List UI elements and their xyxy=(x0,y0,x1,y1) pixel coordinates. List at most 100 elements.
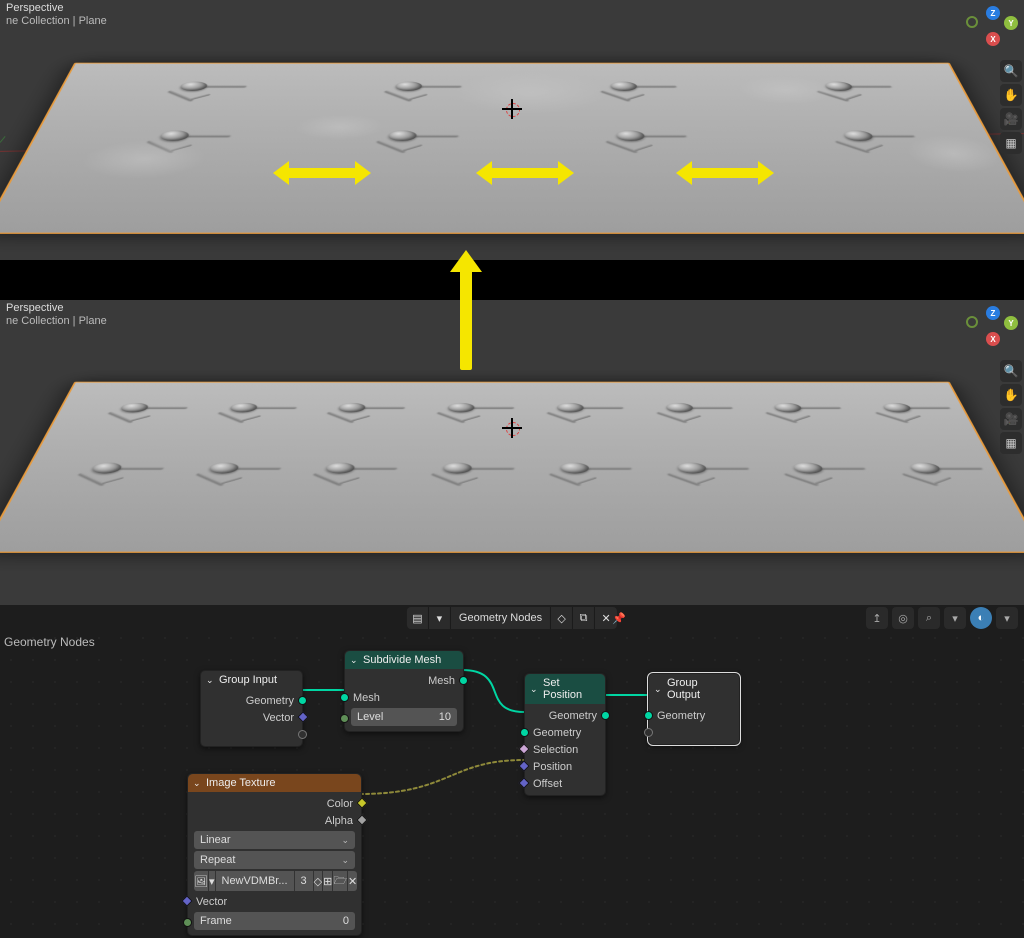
node-tree-selector[interactable]: ▤ ▾ Geometry Nodes ◇ ⧉ ✕ xyxy=(407,607,617,629)
dropdown-interpolation[interactable]: Linear ⌄ xyxy=(194,831,355,849)
arrow-up-icon[interactable]: ↥ xyxy=(866,607,888,629)
hand-icon[interactable]: ✋ xyxy=(1000,84,1022,106)
chevron-down-icon[interactable]: ⌄ xyxy=(206,675,214,686)
datablock-icon[interactable]: ▤ xyxy=(407,607,429,629)
image-datablock-field[interactable]: 🖼 ▾ NewVDMBr... 3 ◇ ⊞ 🗁 ✕ xyxy=(194,871,355,891)
socket-virtual-in[interactable] xyxy=(649,724,739,741)
node-connections xyxy=(0,605,1024,938)
axis-gizmo-neg[interactable] xyxy=(966,16,978,28)
plane-object-top[interactable] xyxy=(0,63,1024,234)
viewport-side-toolbar: 🔍 ✋ 🎥 ▦ xyxy=(1000,360,1022,454)
chevron-down-icon[interactable]: ⌄ xyxy=(193,778,201,789)
stamp xyxy=(876,457,973,490)
socket-virtual-out[interactable] xyxy=(201,726,302,743)
axis-gizmo[interactable]: Z Y X xyxy=(968,6,1018,56)
unlink-icon[interactable]: ✕ xyxy=(348,871,357,891)
axis-gizmo-y[interactable]: Y xyxy=(1004,16,1018,30)
fake-user-icon[interactable]: ◇ xyxy=(314,871,323,891)
node-subdivide-mesh[interactable]: ⌄Subdivide Mesh Mesh Mesh Level 10 xyxy=(344,650,464,732)
socket-alpha-out[interactable]: Alpha xyxy=(188,812,361,829)
stamp xyxy=(761,457,853,490)
camera-icon[interactable]: 🎥 xyxy=(1000,408,1022,430)
socket-mesh-in[interactable]: Mesh xyxy=(345,689,463,706)
cursor-3d xyxy=(502,99,522,119)
chevron-down-icon: ⌄ xyxy=(341,855,349,866)
chevron-down-icon[interactable]: ▾ xyxy=(996,607,1018,629)
camera-icon[interactable]: 🎥 xyxy=(1000,108,1022,130)
zoom-icon[interactable]: 🔍 xyxy=(1000,60,1022,82)
image-icon[interactable]: 🖼 xyxy=(194,871,209,891)
fake-user-toggle[interactable]: ⧉ xyxy=(573,607,595,629)
snap-icon[interactable]: ⌕ xyxy=(918,607,940,629)
stamp xyxy=(144,77,231,105)
socket-geometry-in[interactable]: Geometry xyxy=(525,724,605,741)
stamp xyxy=(121,126,214,158)
viewport-header-line2: ne Collection | Plane xyxy=(6,15,107,28)
stamp xyxy=(291,457,379,490)
axis-gizmo-z[interactable]: Z xyxy=(986,6,1000,20)
stamp xyxy=(585,126,669,158)
grid-icon[interactable]: ▦ xyxy=(1000,432,1022,454)
axis-gizmo-neg[interactable] xyxy=(966,316,978,328)
socket-color-out[interactable]: Color xyxy=(188,795,361,812)
chevron-down-icon[interactable]: ▾ xyxy=(429,607,451,629)
breadcrumb: Geometry Nodes xyxy=(4,635,95,649)
axis-gizmo-y[interactable]: Y xyxy=(1004,316,1018,330)
dropdown-extension[interactable]: Repeat ⌄ xyxy=(194,851,355,869)
node-image-texture[interactable]: ⌄ Image Texture Color Alpha Linear ⌄ Repe… xyxy=(187,773,362,936)
node-editor-right-tools: ↥ ◎ ⌕ ▾ ◐ ▾ xyxy=(866,607,1018,629)
target-icon[interactable]: ◎ xyxy=(892,607,914,629)
socket-selection-in[interactable]: Selection xyxy=(525,741,605,758)
viewport-header: Perspective ne Collection | Plane xyxy=(0,0,113,30)
socket-mesh-out[interactable]: Mesh xyxy=(345,672,463,689)
new-image-icon[interactable]: ⊞ xyxy=(323,871,333,891)
node-title: Set Position xyxy=(543,677,587,701)
field-level[interactable]: Level 10 xyxy=(351,708,457,726)
node-set-position[interactable]: ⌄ Set Position Geometry Geometry Selectio… xyxy=(524,673,606,796)
node-group-input[interactable]: ⌄Group Input Geometry Vector xyxy=(200,670,303,747)
geometry-nodes-editor[interactable]: ▤ ▾ Geometry Nodes ◇ ⧉ ✕ 📌 ↥ ◎ ⌕ ▾ ◐ ▾ G… xyxy=(0,605,1024,938)
socket-geometry-out[interactable]: Geometry xyxy=(201,692,302,709)
field-frame[interactable]: Frame 0 xyxy=(194,912,355,930)
shield-icon[interactable]: ◇ xyxy=(551,607,573,629)
axis-gizmo-x[interactable]: X xyxy=(986,332,1000,346)
grid-icon[interactable]: ▦ xyxy=(1000,132,1022,154)
plane-object-bottom[interactable] xyxy=(0,381,1024,552)
socket-vector-out[interactable]: Vector xyxy=(201,709,302,726)
annotation-arrow-horizontal xyxy=(490,168,560,178)
cursor-3d xyxy=(502,418,522,438)
annotation-arrow-vertical xyxy=(460,270,472,370)
node-tree-name[interactable]: Geometry Nodes xyxy=(451,607,551,629)
socket-geometry-in[interactable]: Geometry xyxy=(649,707,739,724)
chevron-down-icon[interactable]: ⌄ xyxy=(350,655,358,666)
viewport-top[interactable]: Perspective ne Collection | Plane xyxy=(0,0,1024,260)
chevron-down-icon[interactable]: ▾ xyxy=(944,607,966,629)
axis-gizmo[interactable]: Z Y X xyxy=(968,306,1018,356)
pin-toggle[interactable]: 📌 xyxy=(612,612,626,625)
viewport-bottom[interactable]: Perspective ne Collection | Plane xyxy=(0,300,1024,605)
annotation-arrow-horizontal xyxy=(690,168,760,178)
socket-geometry-out[interactable]: Geometry xyxy=(525,707,605,724)
node-group-output[interactable]: ⌄Group Output Geometry xyxy=(648,673,740,745)
axis-gizmo-x[interactable]: X xyxy=(986,32,1000,46)
chevron-down-icon[interactable]: ⌄ xyxy=(654,684,662,695)
hand-icon[interactable]: ✋ xyxy=(1000,384,1022,406)
socket-vector-in[interactable]: Vector xyxy=(188,893,361,910)
node-title: Image Texture xyxy=(206,777,276,789)
axis-gizmo-z[interactable]: Z xyxy=(986,306,1000,320)
stamp xyxy=(418,398,496,427)
zoom-icon[interactable]: 🔍 xyxy=(1000,360,1022,382)
stamp xyxy=(195,398,280,427)
open-image-icon[interactable]: 🗁 xyxy=(333,871,348,891)
overlay-toggle[interactable]: ◐ xyxy=(970,607,992,629)
field-frame-value[interactable]: 0 xyxy=(343,915,349,927)
image-user-count[interactable]: 3 xyxy=(295,871,314,891)
socket-offset-in[interactable]: Offset xyxy=(525,775,605,792)
chevron-down-icon[interactable]: ⌄ xyxy=(530,684,538,695)
image-name[interactable]: NewVDMBr... xyxy=(216,871,295,891)
viewport-side-toolbar: 🔍 ✋ 🎥 ▦ xyxy=(1000,60,1022,154)
stamp-row xyxy=(32,457,991,490)
field-level-value[interactable]: 10 xyxy=(439,711,451,723)
socket-position-in[interactable]: Position xyxy=(525,758,605,775)
viewport-header: Perspective ne Collection | Plane xyxy=(0,300,113,330)
